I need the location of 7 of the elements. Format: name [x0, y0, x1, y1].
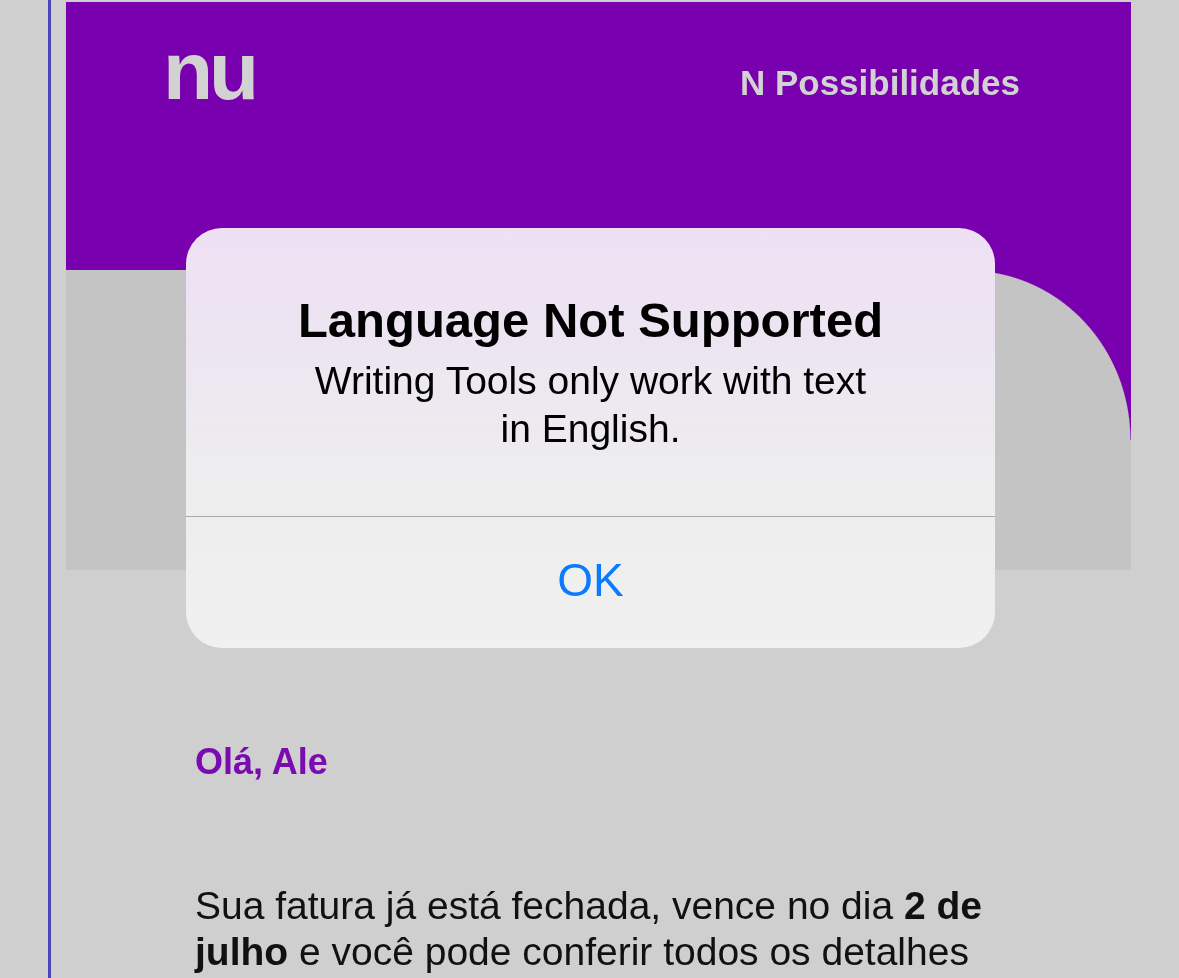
alert-message: Writing Tools only work with text in English. [313, 358, 868, 452]
tagline-text: N Possibilidades [739, 63, 1020, 103]
alert-title: Language Not Supported [297, 292, 884, 349]
logo-text: nu [163, 30, 256, 112]
greeting-text: Olá, Ale [195, 741, 328, 783]
invoice-message-text: Sua fatura já está fechada, vence no dia 2 de julho e você pode conferir todos os detalhes [195, 883, 984, 975]
ok-button[interactable]: OK [186, 517, 995, 648]
